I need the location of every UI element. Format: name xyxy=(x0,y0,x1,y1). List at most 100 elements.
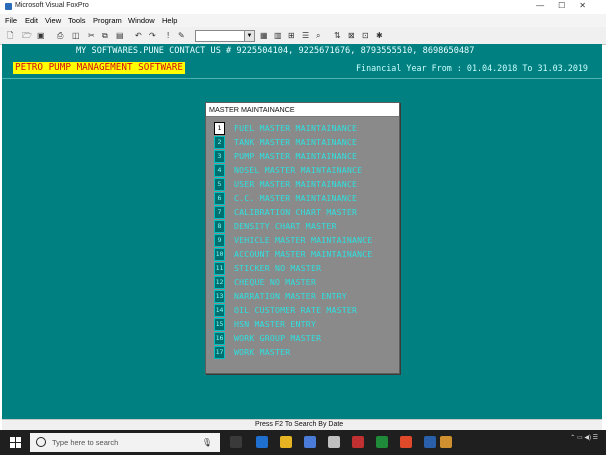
store-icon[interactable] xyxy=(304,436,316,448)
print-icon[interactable]: ⎙ xyxy=(57,31,63,40)
item-label: USER MASTER MAINTAINANCE xyxy=(234,179,358,189)
item-number: 5 xyxy=(214,178,225,191)
microphone-icon[interactable]: 🎙 xyxy=(202,438,212,447)
menu-item-hsn-entry[interactable]: 15 HSN MASTER ENTRY xyxy=(206,318,399,331)
menu-item-nosel-master[interactable]: 4 NOSEL MASTER MAINTAINANCE xyxy=(206,164,399,177)
title-bar: Microsoft Visual FoxPro —☐✕ xyxy=(0,0,606,14)
menu-item-cc-master[interactable]: 6 C.C. MASTER MAINTAINANCE xyxy=(206,192,399,205)
item-number: 17 xyxy=(214,346,225,359)
menu-window[interactable]: Window xyxy=(128,16,155,25)
menu-item-sticker-no[interactable]: 11 STICKER NO MASTER xyxy=(206,262,399,275)
edge-icon[interactable] xyxy=(256,436,268,448)
financial-year: Financial Year From : 01.04.2018 To 31.0… xyxy=(356,63,588,73)
close-button[interactable]: ✕ xyxy=(579,1,600,10)
menu-program[interactable]: Program xyxy=(93,16,122,25)
window-controls: —☐✕ xyxy=(536,1,600,10)
menu-tools[interactable]: Tools xyxy=(68,16,86,25)
menu-item-account-master[interactable]: 10 ACCOUNT MASTER MAINTAINANCE xyxy=(206,248,399,261)
item-label: DENSITY CHART MASTER xyxy=(234,221,337,231)
item-label: C.C. MASTER MAINTAINANCE xyxy=(234,193,358,203)
menu-item-vehicle-master[interactable]: 9 VEHICLE MASTER MAINTAINANCE xyxy=(206,234,399,247)
mail-icon[interactable] xyxy=(328,436,340,448)
task-view-icon[interactable] xyxy=(230,436,242,448)
item-number: 8 xyxy=(214,220,225,233)
item-number: 7 xyxy=(214,206,225,219)
menu-item-calibration-chart[interactable]: 7 CALIBRATION CHART MASTER xyxy=(206,206,399,219)
cortana-icon xyxy=(36,437,46,447)
menu-edit[interactable]: Edit xyxy=(25,16,38,25)
header-divider xyxy=(2,78,602,79)
undo-icon[interactable]: ↶ xyxy=(135,31,142,40)
item-number: 15 xyxy=(214,318,225,331)
item-number: 3 xyxy=(214,150,225,163)
windows-start-icon[interactable] xyxy=(10,437,21,448)
foxpro-taskbar-icon[interactable] xyxy=(440,436,452,448)
menu-item-narration-entry[interactable]: 13 NARRATION MASTER ENTRY xyxy=(206,290,399,303)
menu-item-fuel-master[interactable]: 1 FUEL MASTER MAINTAINANCE xyxy=(206,122,399,135)
item-number: 16 xyxy=(214,332,225,345)
toolbar-combo[interactable]: ▼ xyxy=(195,30,255,42)
item-label: WORK MASTER xyxy=(234,347,291,357)
menu-item-cheque-no[interactable]: 12 CHEQUE NO MASTER xyxy=(206,276,399,289)
maximize-button[interactable]: ☐ xyxy=(558,1,579,10)
paste-icon[interactable]: ▤ xyxy=(116,31,124,40)
run-icon[interactable]: ! xyxy=(167,31,169,40)
item-number: 11 xyxy=(214,262,225,275)
item-number: 14 xyxy=(214,304,225,317)
item-label: HSN MASTER ENTRY xyxy=(234,319,317,329)
app-icon-red[interactable] xyxy=(352,436,364,448)
properties-icon[interactable]: ☰ xyxy=(302,31,309,40)
item-label: CALIBRATION CHART MASTER xyxy=(234,207,358,217)
modify-icon[interactable]: ✎ xyxy=(178,31,185,40)
new-file-icon[interactable]: 🗋 xyxy=(7,31,13,40)
save-icon[interactable]: ▣ xyxy=(37,31,45,40)
menu-item-work-master[interactable]: 17 WORK MASTER xyxy=(206,346,399,359)
form-wizard-icon[interactable]: ⊠ xyxy=(348,31,355,40)
item-label: FUEL MASTER MAINTAINANCE xyxy=(234,123,358,133)
print-preview-icon[interactable]: ◫ xyxy=(72,31,80,40)
menu-item-tank-master[interactable]: 2 TANK MASTER MAINTAINANCE xyxy=(206,136,399,149)
menu-item-oil-customer-rate[interactable]: 14 OIL CUSTOMER RATE MASTER xyxy=(206,304,399,317)
report-icon[interactable]: ▥ xyxy=(274,31,282,40)
menu-item-work-group[interactable]: 16 WORK GROUP MASTER xyxy=(206,332,399,345)
taskbar-search[interactable]: Type here to search 🎙 xyxy=(30,433,220,452)
cut-icon[interactable]: ✂ xyxy=(88,31,95,40)
app-icon-blue[interactable] xyxy=(424,436,436,448)
chevron-down-icon[interactable]: ▼ xyxy=(244,31,254,41)
item-number: 2 xyxy=(214,136,225,149)
foxpro-app-icon xyxy=(5,3,12,10)
open-folder-icon[interactable]: 🗁 xyxy=(22,31,32,40)
redo-icon[interactable]: ↷ xyxy=(149,31,156,40)
foxpro-window: Microsoft Visual FoxPro —☐✕ File Edit Vi… xyxy=(0,0,606,455)
minimize-button[interactable]: — xyxy=(536,1,558,10)
form-icon[interactable]: ▦ xyxy=(260,31,268,40)
file-explorer-icon[interactable] xyxy=(280,436,292,448)
chrome-icon[interactable] xyxy=(400,436,412,448)
menu-item-user-master[interactable]: 5 USER MASTER MAINTAINANCE xyxy=(206,178,399,191)
taskbar-search-placeholder: Type here to search xyxy=(52,438,119,447)
report-wizard-icon[interactable]: ⊡ xyxy=(362,31,369,40)
menu-item-density-chart[interactable]: 8 DENSITY CHART MASTER xyxy=(206,220,399,233)
menu-bar: File Edit View Tools Program Window Help xyxy=(0,14,606,27)
item-label: OIL CUSTOMER RATE MASTER xyxy=(234,305,358,315)
menu-help[interactable]: Help xyxy=(162,16,177,25)
item-number: 13 xyxy=(214,290,225,303)
item-label: NARRATION MASTER ENTRY xyxy=(234,291,347,301)
excel-icon[interactable] xyxy=(376,436,388,448)
windows-taskbar: Type here to search 🎙 ⌃ ▭ ◀) ☰ xyxy=(0,430,606,455)
master-maintainance-dialog: MASTER MAINTAINANCE 1 FUEL MASTER MAINTAI… xyxy=(205,102,400,374)
tools-icon[interactable]: ✱ xyxy=(376,31,383,40)
item-number: 4 xyxy=(214,164,225,177)
find-icon[interactable]: ⌕ xyxy=(316,31,320,40)
menu-file[interactable]: File xyxy=(5,16,17,25)
item-label: PUMP MASTER MAINTAINANCE xyxy=(234,151,358,161)
copy-icon[interactable]: ⧉ xyxy=(102,31,108,40)
item-number: 9 xyxy=(214,234,225,247)
dialog-title: MASTER MAINTAINANCE xyxy=(206,103,399,117)
data-session-icon[interactable]: ⊞ xyxy=(288,31,295,40)
menu-view[interactable]: View xyxy=(45,16,61,25)
item-number: 6 xyxy=(214,192,225,205)
menu-item-pump-master[interactable]: 3 PUMP MASTER MAINTAINANCE xyxy=(206,150,399,163)
code-window-icon[interactable]: ⇅ xyxy=(334,31,341,40)
item-number: 1 xyxy=(214,122,225,135)
